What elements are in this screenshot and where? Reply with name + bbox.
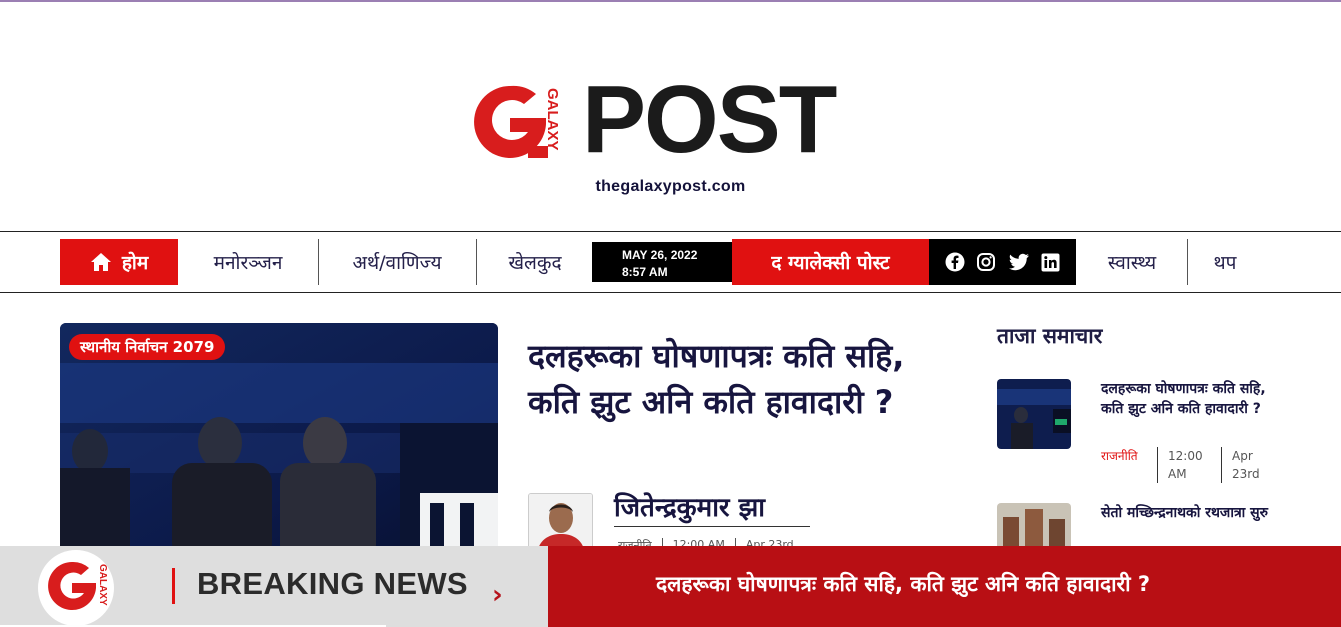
nav-health[interactable]: स्वास्थ्य [1086, 239, 1178, 285]
facebook-icon[interactable] [945, 252, 965, 272]
author-avatar[interactable] [528, 493, 593, 553]
current-date: MAY 26, 2022 [622, 248, 698, 262]
galaxy-wordmark: GALAXY [544, 88, 561, 151]
nav-brand-button[interactable]: द ग्यालेक्सी पोस्ट [732, 239, 929, 285]
nav-divider [318, 239, 319, 285]
breaking-label-panel: GALAXY BREAKING NEWS › [0, 546, 548, 627]
news-time: 12:00 AM [1157, 447, 1221, 483]
home-icon [90, 253, 111, 271]
current-time: 8:57 AM [622, 265, 668, 279]
g-logo-icon: GALAXY [48, 561, 108, 610]
date-time-box: MAY 26, 2022 8:57 AM [592, 242, 732, 282]
latest-news-item[interactable]: दलहरूका घोषणापत्रः कति सहि, कति झुट अनि … [997, 379, 1297, 489]
news-title[interactable]: दलहरूका घोषणापत्रः कति सहि, कति झुट अनि … [1101, 379, 1281, 419]
top-accent-line [0, 0, 1341, 2]
chevron-right-icon[interactable]: › [492, 580, 503, 610]
breaking-headline[interactable]: दलहरूका घोषणापत्रः कति सहि, कति झुट अनि … [656, 570, 1150, 598]
featured-headline[interactable]: दलहरूका घोषणापत्रः कति सहि, कति झुट अनि … [528, 333, 948, 425]
latest-news-title: ताजा समाचार [997, 324, 1103, 348]
g-logo-icon [474, 85, 548, 158]
svg-text:GALAXY: GALAXY [544, 88, 561, 151]
instagram-icon[interactable] [976, 252, 996, 272]
twitter-icon[interactable] [1008, 253, 1030, 272]
nav-divider [476, 239, 477, 285]
breaking-label: BREAKING NEWS [197, 566, 468, 601]
nav-sports[interactable]: खेलकुद [482, 239, 588, 285]
breaking-ticker[interactable]: दलहरूका घोषणापत्रः कति सहि, कति झुट अनि … [548, 546, 1341, 627]
breaking-divider [172, 568, 175, 604]
nav-home[interactable]: होम [60, 239, 178, 285]
featured-tag[interactable]: स्थानीय निर्वाचन 2079 [69, 334, 226, 360]
breaking-logo: GALAXY [38, 550, 114, 626]
site-url[interactable]: thegalaxypost.com [0, 178, 1341, 196]
site-logo[interactable]: GALAXY POST [470, 72, 870, 168]
nav-divider [1187, 239, 1188, 285]
nav-entertainment[interactable]: मनोरञ्जन [184, 239, 312, 285]
breaking-news-bar[interactable]: GALAXY BREAKING NEWS › दलहरूका घोषणापत्र… [0, 546, 1341, 627]
nav-home-label: होम [121, 252, 149, 274]
nav-more[interactable]: थप [1196, 239, 1254, 285]
main-nav: होम मनोरञ्जन अर्थ/वाणिज्य खेलकुद MAY 26,… [0, 231, 1341, 293]
news-title[interactable]: सेतो मच्छिन्द्रनाथको रथजात्रा सुरु [1101, 503, 1281, 523]
post-wordmark: POST [582, 66, 837, 173]
social-links [929, 239, 1076, 285]
news-category[interactable]: राजनीति [1101, 447, 1157, 483]
news-date: Apr 23rd [1221, 447, 1271, 483]
news-meta: राजनीति 12:00 AM Apr 23rd [1101, 447, 1271, 483]
news-thumbnail[interactable] [997, 379, 1071, 449]
author-name[interactable]: जितेन्द्रकुमार झा [614, 488, 810, 527]
featured-image[interactable]: स्थानीय निर्वाचन 2079 [60, 323, 498, 563]
svg-text:GALAXY: GALAXY [97, 564, 108, 606]
nav-economy[interactable]: अर्थ/वाणिज्य [324, 239, 470, 285]
linkedin-icon[interactable] [1041, 253, 1060, 272]
